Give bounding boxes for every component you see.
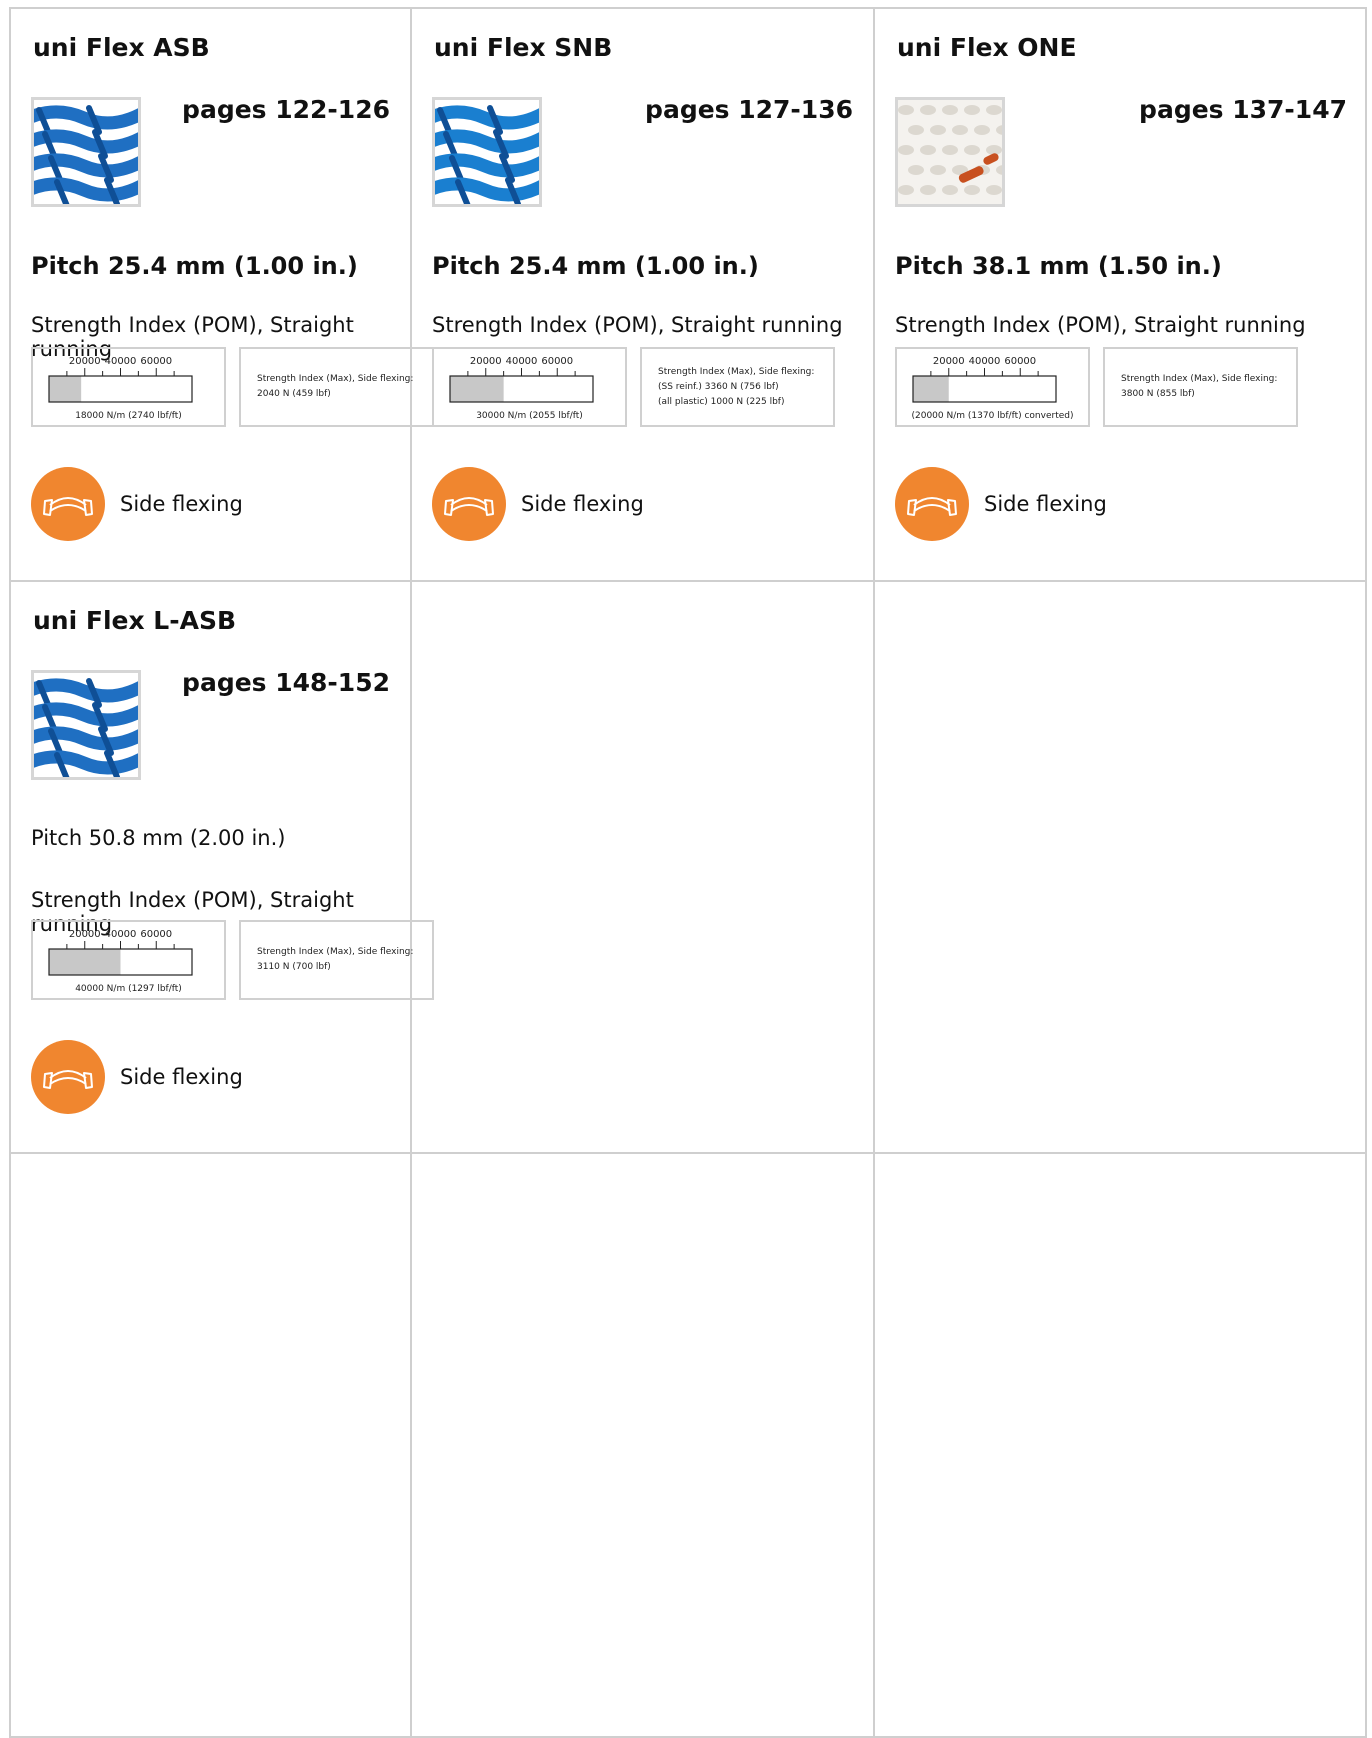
max-strength-line: Strength Index (Max), Side flexing:	[257, 374, 414, 384]
side-flex-badge	[31, 1040, 105, 1114]
max-strength-box: Strength Index (Max), Side flexing: 3800 …	[1103, 347, 1298, 427]
strength-bar-fill	[913, 376, 949, 402]
product-grid: uni Flex ASB pages 122-126 Pitch 25.4 mm (…	[9, 7, 1367, 1738]
side-flex-badge	[432, 467, 506, 541]
product-title: uni Flex ASB	[33, 33, 210, 62]
product-card: uni Flex SNB pages 127-136 Pitch 25.4 mm (…	[412, 9, 873, 579]
scale-tick-label: 60000	[1004, 356, 1036, 367]
page-reference: pages 137-147	[1139, 95, 1347, 124]
strength-value-caption: 40000 N/m (1297 lbf/ft)	[75, 984, 182, 994]
strength-scale-box: 20000 40000 60000 (20000 N/m (1370 lbf/ft) …	[895, 347, 1090, 427]
max-strength-text: Strength Index (Max), Side flexing: 2040 …	[241, 372, 413, 402]
strength-scale-box: 20000 40000 60000 18000 N/m (2740 lbf/ft)	[31, 347, 226, 427]
scale-tick-label: 60000	[541, 356, 573, 367]
belt-image	[34, 100, 138, 204]
side-flexing-feature: Side flexing	[895, 467, 1107, 541]
product-card: uni Flex L-ASB pages 148-152 Pitch 50.8 mm…	[11, 582, 434, 1152]
side-flex-arrows-icon	[444, 497, 494, 516]
pitch-heading: Pitch 50.8 mm (2.00 in.)	[31, 826, 286, 850]
max-strength-line: 2040 N (459 lbf)	[257, 389, 331, 399]
max-strength-text: Strength Index (Max), Side flexing: (SS r…	[642, 365, 814, 410]
pitch-heading: Pitch 25.4 mm (1.00 in.)	[31, 252, 358, 280]
strength-bar-fill	[49, 376, 82, 402]
belt-image	[34, 673, 138, 777]
side-flex-arrows-icon	[43, 497, 93, 516]
product-title: uni Flex SNB	[434, 33, 613, 62]
product-title: uni Flex ONE	[897, 33, 1077, 62]
product-title: uni Flex L-ASB	[33, 606, 237, 635]
max-strength-text: Strength Index (Max), Side flexing: 3110 …	[241, 945, 413, 975]
feature-label: Side flexing	[120, 492, 243, 516]
max-strength-line: Strength Index (Max), Side flexing:	[658, 366, 815, 377]
page-reference: pages 127-136	[645, 95, 853, 124]
scale-tick-label: 40000	[105, 356, 137, 367]
max-strength-line: 3800 N (855 lbf)	[1121, 389, 1195, 399]
product-thumbnail	[895, 97, 1005, 207]
feature-label: Side flexing	[120, 1065, 243, 1089]
belt-image	[898, 100, 1002, 204]
side-flex-arrows-icon	[907, 497, 957, 516]
max-strength-line: (SS reinf.) 3360 N (756 lbf)	[658, 381, 779, 392]
max-strength-box: Strength Index (Max), Side flexing: 3110 …	[239, 920, 434, 1000]
strength-index-label: Strength Index (POM), Straight running	[895, 313, 1306, 337]
side-flex-badge	[31, 467, 105, 541]
strength-scale-box: 20000 40000 60000 40000 N/m (1297 lbf/ft)	[31, 920, 226, 1000]
strength-value-caption: 18000 N/m (2740 lbf/ft)	[75, 411, 182, 421]
strength-value-caption: (20000 N/m (1370 lbf/ft) converted)	[911, 411, 1074, 421]
product-card: uni Flex ASB pages 122-126 Pitch 25.4 mm (…	[11, 9, 434, 579]
max-strength-line: (all plastic) 1000 N (225 lbf)	[658, 396, 785, 407]
scale-tick-label: 20000	[470, 356, 502, 367]
side-flexing-feature: Side flexing	[31, 1040, 243, 1114]
max-strength-text: Strength Index (Max), Side flexing: 3800 …	[1105, 372, 1277, 402]
scale-tick-label: 40000	[969, 356, 1001, 367]
side-flexing-feature: Side flexing	[31, 467, 243, 541]
product-thumbnail	[31, 670, 141, 780]
feature-label: Side flexing	[521, 492, 644, 516]
strength-scale-box: 20000 40000 60000 30000 N/m (2055 lbf/ft)	[432, 347, 627, 427]
scale-tick-label: 60000	[140, 929, 172, 940]
scale-tick-label: 60000	[140, 356, 172, 367]
max-strength-line: Strength Index (Max), Side flexing:	[257, 947, 414, 957]
side-flexing-feature: Side flexing	[432, 467, 644, 541]
pitch-heading: Pitch 25.4 mm (1.00 in.)	[432, 252, 759, 280]
feature-label: Side flexing	[984, 492, 1107, 516]
scale-tick-label: 40000	[506, 356, 538, 367]
page-reference: pages 122-126	[182, 95, 390, 124]
scale-tick-label: 40000	[105, 929, 137, 940]
scale-tick-label: 20000	[69, 929, 101, 940]
strength-bar-fill	[450, 376, 504, 402]
product-thumbnail	[31, 97, 141, 207]
max-strength-box: Strength Index (Max), Side flexing: 2040 …	[239, 347, 434, 427]
page-reference: pages 148-152	[182, 668, 390, 697]
product-thumbnail	[432, 97, 542, 207]
scale-tick-label: 20000	[933, 356, 965, 367]
side-flex-badge	[895, 467, 969, 541]
max-strength-line: Strength Index (Max), Side flexing:	[1121, 374, 1278, 384]
strength-bar-fill	[49, 949, 121, 975]
strength-value-caption: 30000 N/m (2055 lbf/ft)	[476, 411, 583, 421]
max-strength-line: 3110 N (700 lbf)	[257, 962, 331, 972]
scale-tick-label: 20000	[69, 356, 101, 367]
belt-image	[435, 100, 539, 204]
max-strength-box: Strength Index (Max), Side flexing: (SS r…	[640, 347, 835, 427]
grid-divider	[11, 1152, 1365, 1154]
side-flex-arrows-icon	[43, 1070, 93, 1089]
product-card: uni Flex ONE pages 137-147 Pitch 38.1 mm (…	[875, 9, 1367, 579]
strength-index-label: Strength Index (POM), Straight running	[432, 313, 843, 337]
pitch-heading: Pitch 38.1 mm (1.50 in.)	[895, 252, 1222, 280]
